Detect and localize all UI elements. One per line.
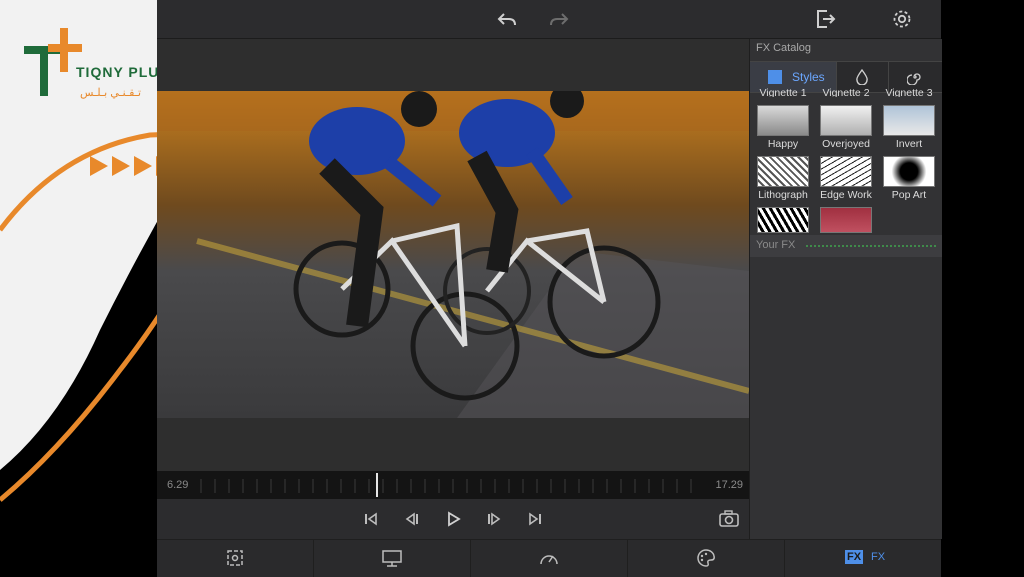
- fx-label-invert: Invert: [895, 138, 923, 150]
- fx-label-overjoyed: Overjoyed: [822, 138, 870, 150]
- tab-palette[interactable]: [628, 540, 785, 577]
- fx-thumb-row3-2[interactable]: [820, 207, 872, 233]
- tab-speed[interactable]: [471, 540, 628, 577]
- playback-controls: [157, 499, 749, 539]
- styles-icon: [768, 70, 782, 84]
- cyclists-video-image: [157, 91, 749, 418]
- video-preview-area: [157, 39, 749, 471]
- skip-to-start-icon[interactable]: [360, 508, 382, 530]
- tab-fx-label: FX: [871, 551, 886, 563]
- fx-thumb-edge-work[interactable]: [820, 156, 872, 187]
- tab-fx[interactable]: FX FX: [785, 540, 941, 577]
- fx-label-pop-art: Pop Art: [891, 189, 927, 201]
- your-fx-dotted-line: [806, 245, 936, 247]
- tab-crop[interactable]: [157, 540, 314, 577]
- camera-icon[interactable]: [718, 508, 740, 530]
- display-icon: [382, 550, 402, 567]
- fx-label-lithograph: Lithograph: [758, 189, 808, 201]
- gear-icon[interactable]: [890, 7, 914, 31]
- crop-icon: [227, 550, 243, 566]
- fx-thumb-overjoyed[interactable]: [820, 105, 872, 136]
- fx-thumb-invert[interactable]: [883, 105, 935, 136]
- timeline-scrubber[interactable]: 6.29 17.29: [157, 471, 749, 499]
- skip-to-end-icon[interactable]: [524, 508, 546, 530]
- partial-label-2: Vignette 2: [822, 87, 870, 97]
- step-forward-icon[interactable]: [483, 508, 505, 530]
- play-icon[interactable]: [442, 508, 464, 530]
- palette-icon: [697, 549, 715, 567]
- partial-label-3: Vignette 3: [885, 87, 933, 97]
- your-fx-label: Your FX: [756, 239, 796, 251]
- your-fx-header[interactable]: Your FX: [750, 235, 942, 257]
- playhead-handle[interactable]: [376, 473, 378, 497]
- step-back-icon[interactable]: [401, 508, 423, 530]
- fx-thumb-happy[interactable]: [757, 105, 809, 136]
- fx-thumb-row3-1[interactable]: [757, 207, 809, 233]
- tab-display[interactable]: [314, 540, 471, 577]
- drop-icon: [856, 69, 868, 85]
- timeline-ticks: [200, 479, 692, 493]
- brand-logo-subtext: تـقـنـي بـلـس: [80, 87, 142, 99]
- tab-styles-label: Styles: [792, 70, 825, 84]
- fx-catalog-panel: FX Catalog Styles Vignette 1 Vignette 2 …: [749, 39, 942, 539]
- redo-icon[interactable]: [547, 7, 571, 31]
- top-toolbar: [157, 0, 941, 39]
- export-icon[interactable]: [813, 7, 837, 31]
- spiral-icon: [907, 73, 921, 85]
- video-editor-app: 6.29 17.29 FX Catalog Styles Vignette 1 …: [157, 0, 942, 577]
- fx-icon: FX: [845, 550, 864, 564]
- brand-logo-text: TIQNY PLUS: [76, 64, 170, 80]
- panel-title: FX Catalog: [756, 42, 812, 54]
- bottom-tab-bar: FX FX: [157, 539, 941, 577]
- fx-label-happy: Happy: [767, 138, 799, 150]
- fx-thumb-pop-art[interactable]: [883, 156, 935, 187]
- undo-icon[interactable]: [495, 7, 519, 31]
- partial-label-1: Vignette 1: [759, 87, 807, 97]
- fx-thumb-lithograph[interactable]: [757, 156, 809, 187]
- speed-icon: [540, 555, 558, 565]
- video-frame[interactable]: [157, 91, 749, 418]
- fx-label-edge-work: Edge Work: [820, 189, 872, 201]
